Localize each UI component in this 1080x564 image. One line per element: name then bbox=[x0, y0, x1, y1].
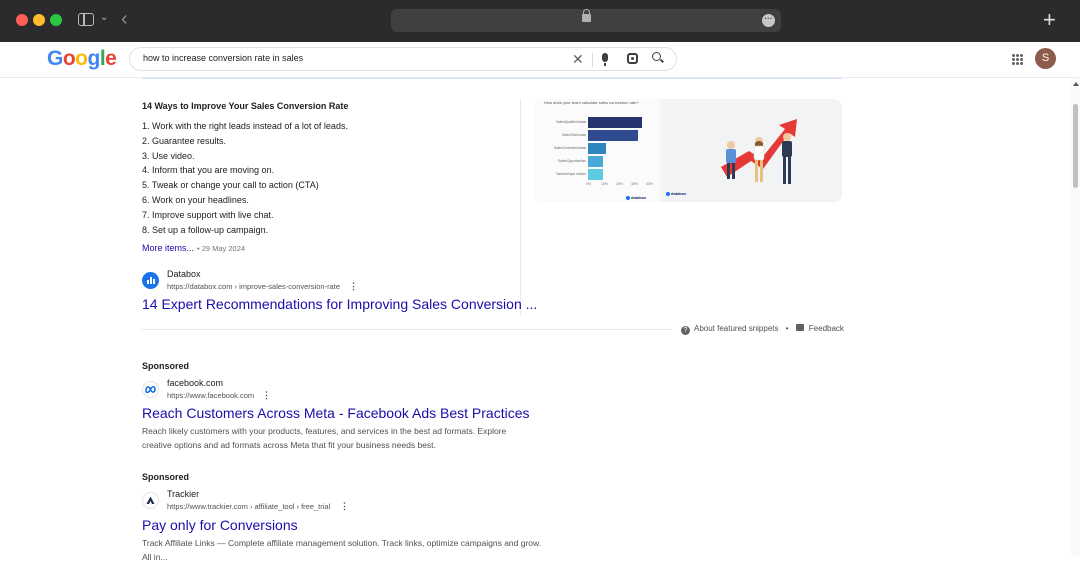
scrollbar[interactable] bbox=[1071, 78, 1080, 556]
chart-bar bbox=[588, 169, 603, 180]
list-item: 2. Guarantee results. bbox=[142, 135, 227, 146]
list-item: 4. Inform that you are moving on. bbox=[142, 165, 275, 176]
chart-bar bbox=[588, 156, 603, 167]
chart-tick-label: 10% bbox=[601, 182, 609, 186]
chart-bar bbox=[588, 130, 638, 141]
sponsored-label: Sponsored bbox=[142, 361, 190, 371]
snippet-top-divider bbox=[142, 78, 842, 79]
scroll-up-arrow-icon[interactable] bbox=[1073, 82, 1079, 86]
databox-favicon[interactable] bbox=[142, 272, 159, 289]
sponsored-label: Sponsored bbox=[142, 472, 190, 482]
featured-snippet-list: 1. Work with the right leads instead of … bbox=[142, 119, 348, 237]
close-window-button[interactable] bbox=[16, 14, 28, 26]
snippet-footer-divider bbox=[142, 329, 672, 330]
list-item: 7. Improve support with live chat. bbox=[142, 209, 274, 220]
ad-source-url[interactable]: https://www.trackier.com › affiliate_too… bbox=[167, 502, 330, 511]
ad-source-name[interactable]: Trackier bbox=[167, 489, 199, 499]
chart-title: How does your team calculate sales conve… bbox=[544, 100, 639, 105]
avatar[interactable]: S bbox=[1035, 48, 1056, 69]
snippet-footer: ? About featured snippets • Feedback bbox=[681, 324, 844, 335]
chart-bar bbox=[588, 143, 606, 154]
more-vert-icon[interactable]: ⋮ bbox=[340, 501, 349, 512]
logo-letter: G bbox=[47, 47, 63, 70]
help-icon[interactable]: ? bbox=[681, 326, 690, 335]
list-item: 5. Tweak or change your call to action (… bbox=[142, 180, 319, 191]
address-bar[interactable]: ··· bbox=[391, 9, 781, 32]
more-items-link[interactable]: More items... bbox=[142, 243, 194, 253]
chart-tick-label: 40% bbox=[646, 182, 654, 186]
featured-snippet-images[interactable]: How does your team calculate sales conve… bbox=[534, 99, 842, 202]
clear-icon[interactable]: ✕ bbox=[572, 51, 584, 68]
google-lens-icon[interactable] bbox=[627, 53, 638, 64]
feedback-icon[interactable] bbox=[795, 324, 804, 331]
logo-letter: o bbox=[62, 47, 76, 70]
scrollbar-thumb[interactable] bbox=[1073, 104, 1078, 188]
logo-letter: e bbox=[105, 47, 117, 70]
more-vert-icon[interactable]: ⋮ bbox=[349, 281, 358, 292]
chart-bar-label: Sales/Total leads bbox=[561, 133, 586, 137]
chevron-down-icon[interactable]: ⌄ bbox=[100, 12, 108, 23]
search-input[interactable]: how to increase conversion rate in sales bbox=[143, 53, 303, 63]
ad-title-link[interactable]: Reach Customers Across Meta - Facebook A… bbox=[142, 405, 530, 421]
logo-letter: o bbox=[75, 47, 88, 70]
google-logo[interactable]: Google bbox=[47, 47, 117, 71]
about-featured-snippets-link[interactable]: About featured snippets bbox=[694, 324, 779, 333]
source-url[interactable]: https://databox.com › improve-sales-conv… bbox=[167, 282, 340, 291]
more-options-icon[interactable]: ··· bbox=[762, 14, 775, 27]
list-item: 6. Work on your headlines. bbox=[142, 194, 249, 205]
chart-bar bbox=[588, 117, 642, 128]
minimize-window-button[interactable] bbox=[33, 14, 45, 26]
bar-chart-image[interactable]: How does your team calculate sales conve… bbox=[534, 99, 658, 202]
meta-favicon[interactable] bbox=[142, 381, 159, 398]
logo-letter: g bbox=[87, 47, 101, 70]
search-box[interactable]: how to increase conversion rate in sales… bbox=[129, 47, 677, 71]
maximize-window-button[interactable] bbox=[50, 14, 62, 26]
ad-source-name[interactable]: facebook.com bbox=[167, 378, 223, 388]
chart-bar-label: Sales/Unique visitors bbox=[556, 172, 586, 176]
search-icon[interactable] bbox=[652, 52, 661, 61]
chart-tick-label: 30% bbox=[631, 182, 639, 186]
ad-snippet: Reach likely customers with your product… bbox=[142, 426, 507, 450]
ad-snippet: Track Affiliate Links — Complete affilia… bbox=[142, 538, 542, 562]
list-item: 1. Work with the right leads instead of … bbox=[142, 121, 348, 131]
ad-title-link[interactable]: Pay only for Conversions bbox=[142, 517, 298, 533]
featured-snippet-link[interactable]: 14 Expert Recommendations for Improving … bbox=[142, 296, 537, 312]
growth-illustration bbox=[721, 119, 797, 184]
new-tab-button[interactable]: + bbox=[1043, 7, 1056, 33]
ad-source-url[interactable]: https://www.facebook.com bbox=[167, 391, 254, 400]
google-header: Google how to increase conversion rate i… bbox=[0, 42, 1080, 78]
lock-icon bbox=[582, 9, 591, 22]
featured-snippet-title: 14 Ways to Improve Your Sales Conversion… bbox=[142, 101, 349, 111]
databox-brand-small: databox bbox=[626, 195, 646, 200]
chart-bar-label: Sales/Qualified leads bbox=[556, 120, 586, 124]
chart-tick-label: 20% bbox=[616, 182, 624, 186]
apps-grid-icon[interactable] bbox=[1012, 54, 1023, 65]
source-name[interactable]: Databox bbox=[167, 269, 201, 279]
growth-arrow-image[interactable]: databox bbox=[661, 99, 842, 202]
footer-separator: • bbox=[785, 324, 789, 333]
more-vert-icon[interactable]: ⋮ bbox=[262, 390, 271, 401]
trackier-favicon[interactable] bbox=[142, 492, 159, 509]
chart-tick-label: 0% bbox=[586, 182, 592, 186]
back-arrow-icon[interactable]: ‹ bbox=[121, 8, 128, 31]
feedback-link[interactable]: Feedback bbox=[809, 324, 844, 333]
snippet-date: • 29 May 2024 bbox=[197, 244, 246, 253]
microphone-icon[interactable] bbox=[602, 53, 608, 66]
search-divider bbox=[592, 53, 593, 67]
chart-bar-label: Sales/Converted leads bbox=[553, 146, 586, 150]
chart-bar-label: Sales/Opportunities bbox=[558, 159, 586, 163]
list-item: 8. Set up a follow-up campaign. bbox=[142, 224, 269, 235]
browser-toolbar: ⌄ ‹ ··· + bbox=[0, 0, 1080, 42]
sidebar-toggle-icon[interactable] bbox=[78, 13, 94, 26]
list-item: 3. Use video. bbox=[142, 150, 195, 161]
snippet-vertical-divider bbox=[520, 99, 521, 315]
